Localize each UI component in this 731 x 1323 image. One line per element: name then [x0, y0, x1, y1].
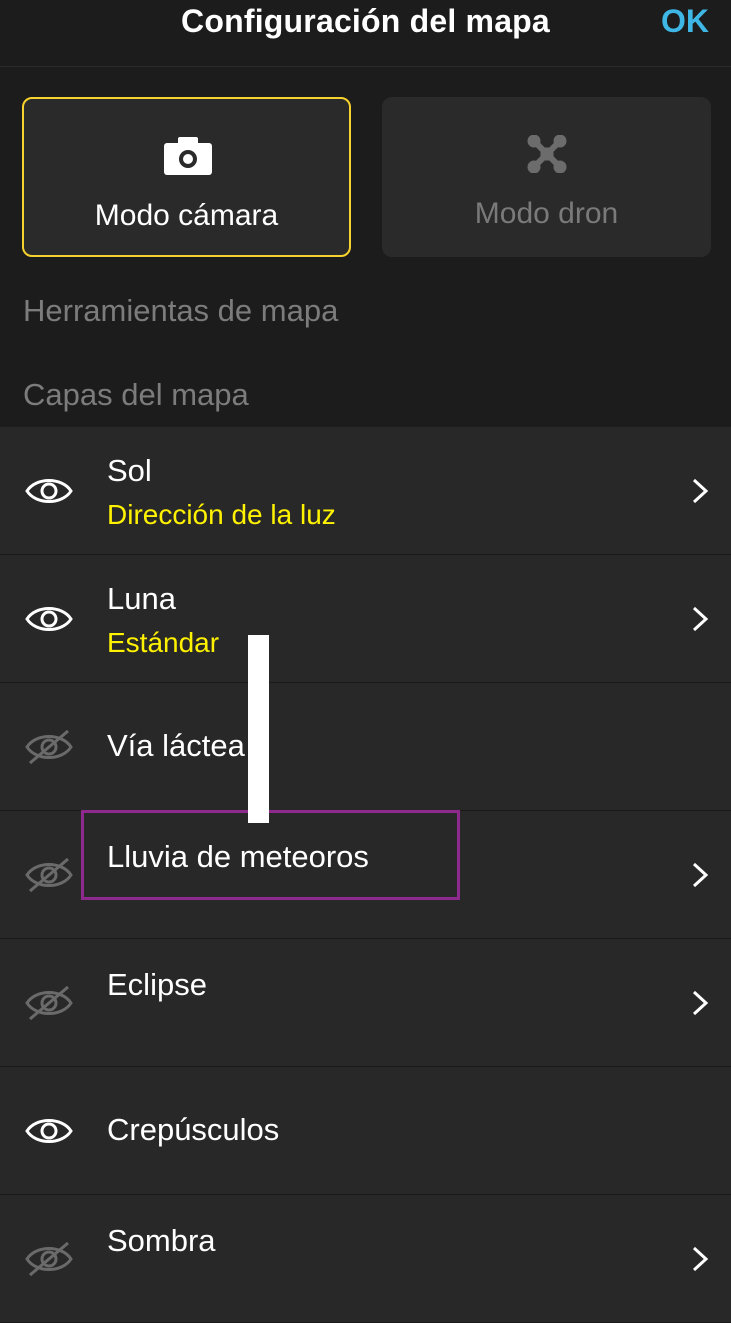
- eye-icon[interactable]: [24, 1114, 74, 1148]
- drone-icon: [527, 135, 567, 173]
- cursor-indicator: [248, 635, 269, 823]
- layer-row-eclipse[interactable]: Eclipse: [0, 939, 731, 1067]
- layer-title: Sol: [107, 453, 152, 488]
- highlight-box: [81, 810, 460, 900]
- layer-title: Crepúsculos: [107, 1112, 280, 1147]
- ok-button[interactable]: OK: [661, 3, 709, 40]
- layer-title: Vía láctea: [107, 728, 245, 763]
- layer-row-sombra[interactable]: Sombra: [0, 1195, 731, 1323]
- layer-title: Eclipse: [107, 967, 207, 1002]
- map-tools-section[interactable]: Herramientas de mapa: [23, 293, 338, 329]
- drone-mode-label: Modo dron: [474, 197, 619, 230]
- chevron-right-icon: [692, 990, 709, 1016]
- header-bar: Configuración del mapa OK: [0, 0, 731, 67]
- layer-subtitle: Estándar: [107, 627, 220, 658]
- eye-icon[interactable]: [24, 602, 74, 636]
- drone-mode-button[interactable]: Modo dron: [382, 97, 711, 257]
- eye-off-icon[interactable]: [24, 986, 74, 1020]
- map-layers-section-label: Capas del mapa: [23, 377, 249, 412]
- layer-row-luna[interactable]: Luna Estándar: [0, 555, 731, 683]
- camera-icon: [164, 137, 212, 175]
- layer-title: Sombra: [107, 1223, 216, 1258]
- eye-off-icon[interactable]: [24, 858, 74, 892]
- layer-row-sol[interactable]: Sol Dirección de la luz: [0, 427, 731, 555]
- layer-title: Luna: [107, 581, 176, 616]
- layer-row-via-lactea[interactable]: Vía láctea: [0, 683, 731, 811]
- page-title: Configuración del mapa: [181, 3, 550, 39]
- chevron-right-icon: [692, 1246, 709, 1272]
- chevron-right-icon: [692, 478, 709, 504]
- eye-icon[interactable]: [24, 474, 74, 508]
- chevron-right-icon: [692, 862, 709, 888]
- eye-off-icon[interactable]: [24, 730, 74, 764]
- camera-mode-button[interactable]: Modo cámara: [22, 97, 351, 257]
- layer-row-crepusculos[interactable]: Crepúsculos: [0, 1067, 731, 1195]
- eye-off-icon[interactable]: [24, 1242, 74, 1276]
- chevron-right-icon: [692, 606, 709, 632]
- layer-subtitle: Dirección de la luz: [107, 499, 336, 530]
- camera-mode-label: Modo cámara: [94, 199, 279, 232]
